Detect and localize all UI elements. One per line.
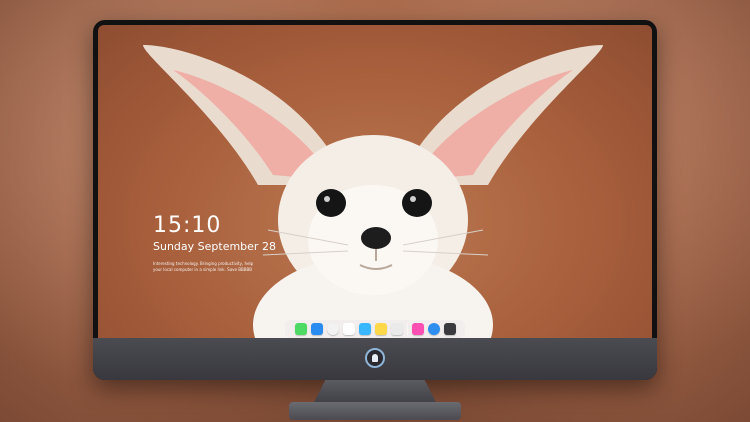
app-store-icon[interactable] bbox=[390, 323, 403, 335]
fennec-fox-wallpaper bbox=[143, 45, 603, 355]
monitor: 15:10 Sunday September 28 Interesting te… bbox=[93, 20, 657, 380]
brand-logo-icon bbox=[365, 348, 385, 368]
music-icon[interactable] bbox=[411, 323, 424, 335]
camera-icon[interactable] bbox=[443, 323, 456, 335]
clock-time: 15:10 bbox=[153, 213, 222, 238]
files-icon[interactable] bbox=[310, 323, 323, 335]
browser-icon[interactable] bbox=[427, 323, 440, 335]
dock-separator bbox=[406, 323, 408, 335]
lock-screen-clock: 15:10 Sunday September 28 Interesting te… bbox=[153, 213, 276, 273]
monitor-chin bbox=[93, 338, 657, 380]
monitor-stand bbox=[313, 380, 437, 404]
calendar-icon[interactable] bbox=[342, 323, 355, 335]
photos-icon[interactable] bbox=[358, 323, 371, 335]
safari-icon[interactable] bbox=[326, 323, 339, 335]
clock-date: Sunday September 28 bbox=[153, 240, 276, 253]
notes-icon[interactable] bbox=[374, 323, 387, 335]
messages-icon[interactable] bbox=[294, 323, 307, 335]
dock bbox=[285, 320, 465, 338]
lock-screen-note: Interesting technology. Bringing product… bbox=[153, 261, 263, 273]
monitor-stand-base bbox=[289, 402, 461, 420]
note-line: your local computer in a simple link. Sa… bbox=[153, 267, 252, 272]
desktop-screen: 15:10 Sunday September 28 Interesting te… bbox=[98, 25, 652, 355]
